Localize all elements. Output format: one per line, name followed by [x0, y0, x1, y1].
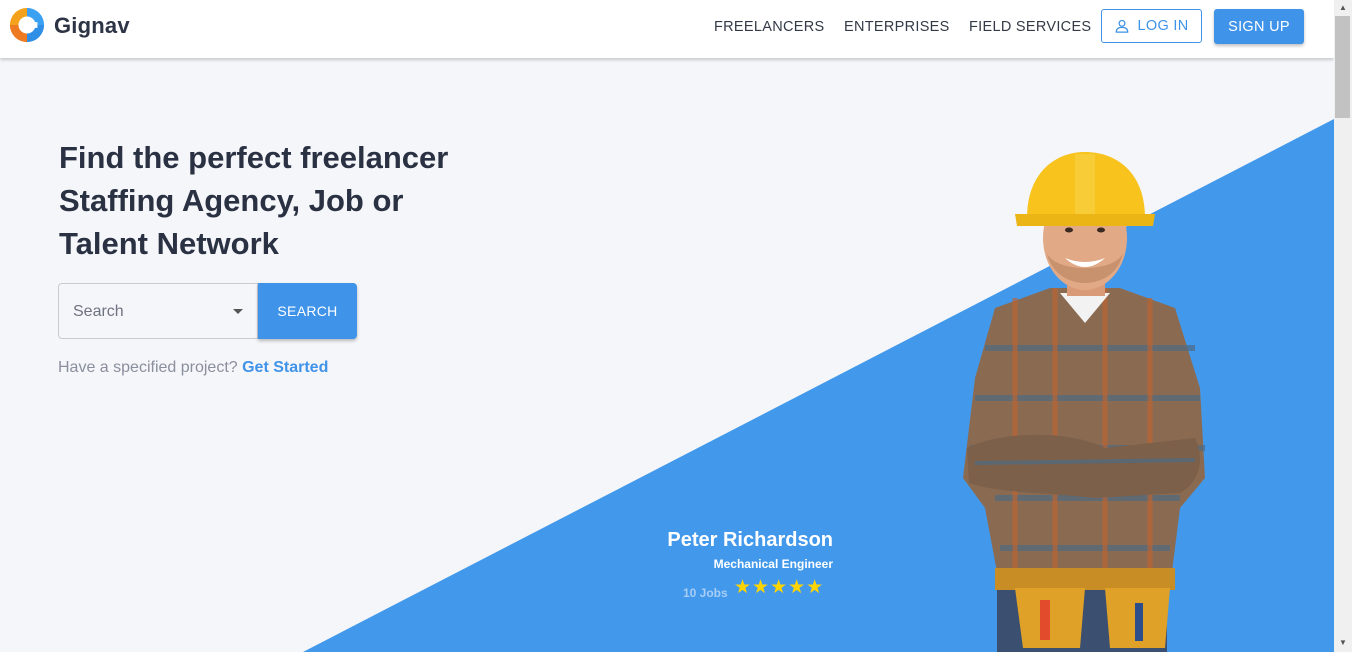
project-prompt: Have a specified project? — [58, 359, 238, 376]
signup-button[interactable]: SIGN UP — [1214, 9, 1304, 44]
profile-title: Mechanical Engineer — [713, 557, 833, 571]
nav-field-services[interactable]: FIELD SERVICES — [969, 19, 1091, 35]
page-scrollbar[interactable]: ▲ ▼ — [1334, 0, 1352, 652]
rating-stars: ★★★★★ — [734, 577, 825, 598]
signup-label: SIGN UP — [1228, 18, 1290, 35]
scroll-down-icon[interactable]: ▼ — [1339, 638, 1347, 647]
caret-down-icon[interactable] — [233, 309, 243, 314]
search-button-label: SEARCH — [277, 303, 338, 319]
search-select[interactable]: Search — [58, 283, 258, 339]
nav-freelancers[interactable]: FREELANCERS — [714, 19, 824, 35]
search-button[interactable]: SEARCH — [258, 283, 357, 339]
hero-headline-line-1: Find the perfect freelancer — [59, 140, 449, 175]
site-header: Gignav FREELANCERS ENTERPRISES FIELD SER… — [0, 0, 1334, 58]
scroll-thumb[interactable] — [1335, 16, 1350, 118]
nav-enterprises[interactable]: ENTERPRISES — [844, 19, 950, 35]
login-button[interactable]: LOG IN — [1101, 9, 1202, 43]
user-icon — [1115, 19, 1128, 33]
gignav-logo-icon[interactable] — [8, 6, 46, 44]
get-started-link[interactable]: Get Started — [242, 359, 328, 376]
scroll-up-icon[interactable]: ▲ — [1339, 3, 1347, 12]
hero-headline-line-3: Talent Network — [59, 226, 279, 261]
profile-name: Peter Richardson — [667, 529, 833, 551]
profile-jobs: 10 Jobs — [683, 586, 728, 600]
brand-name[interactable]: Gignav — [54, 13, 130, 39]
search-placeholder: Search — [73, 303, 124, 320]
worker-photo — [963, 152, 1205, 652]
project-prompt-line: Have a specified project? Get Started — [58, 359, 328, 377]
hero-headline-line-2: Staffing Agency, Job or — [59, 183, 404, 218]
login-label: LOG IN — [1137, 18, 1189, 34]
hero-headline: Find the perfect freelancer Staffing Age… — [59, 136, 489, 265]
